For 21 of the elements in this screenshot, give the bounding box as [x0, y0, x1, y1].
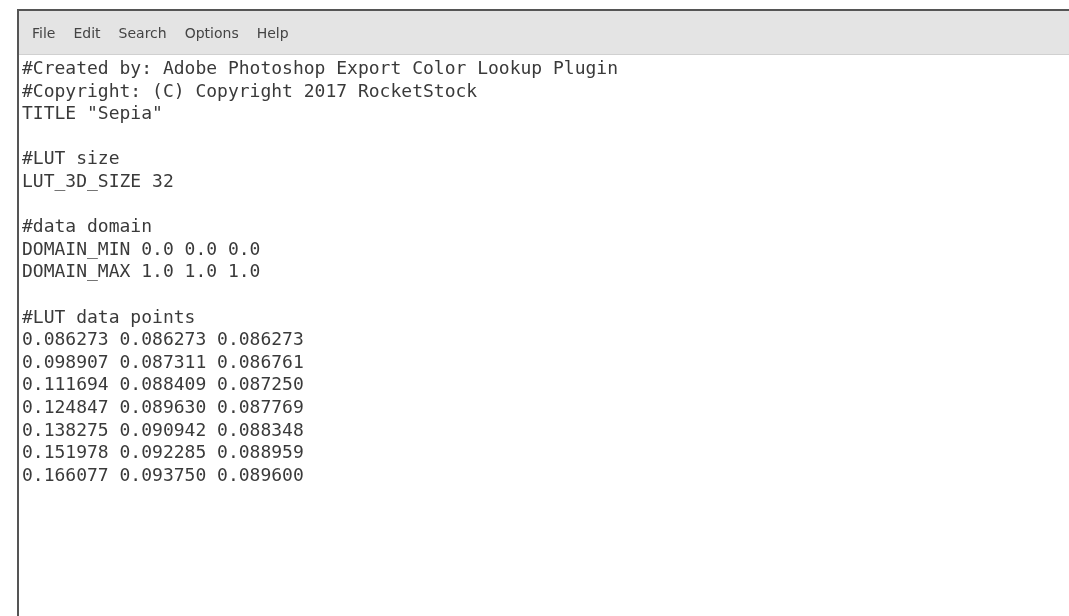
text-line: 0.098907 0.087311 0.086761	[22, 350, 304, 374]
text-line: DOMAIN_MIN 0.0 0.0 0.0	[22, 237, 261, 261]
menu-item[interactable]: Search	[115, 24, 176, 41]
text-line: 0.151978 0.092285 0.088959	[22, 441, 304, 464]
text-line: 0.166077 0.093750 0.089600	[22, 463, 304, 487]
text-line: #Copyright: (C) Copyright 2017 RocketStock	[22, 79, 478, 103]
text-line: 0.111694 0.088409 0.087250	[22, 373, 304, 396]
text-line: #Created by: Adobe Photoshop Export Color Lookup Plugin	[22, 57, 619, 80]
text-line: 0.124847 0.089630 0.087769	[22, 395, 304, 419]
menu-item[interactable]: File	[29, 24, 65, 41]
menu-item[interactable]: Edit	[70, 24, 110, 41]
text-line: 0.138275 0.090942 0.088348	[22, 418, 304, 442]
text-line: #LUT size	[22, 147, 120, 170]
text-line: #LUT data points	[22, 305, 196, 329]
text-line: 0.086273 0.086273 0.086273	[22, 328, 304, 351]
text-line: TITLE "Sepia"	[22, 102, 163, 125]
text-line: LUT_3D_SIZE 32	[22, 169, 174, 193]
text-line: DOMAIN_MAX 1.0 1.0 1.0	[22, 260, 261, 283]
menu-item[interactable]: Help	[253, 24, 298, 41]
text-line: #data domain	[22, 215, 153, 238]
menu-item[interactable]: Options	[181, 24, 248, 41]
